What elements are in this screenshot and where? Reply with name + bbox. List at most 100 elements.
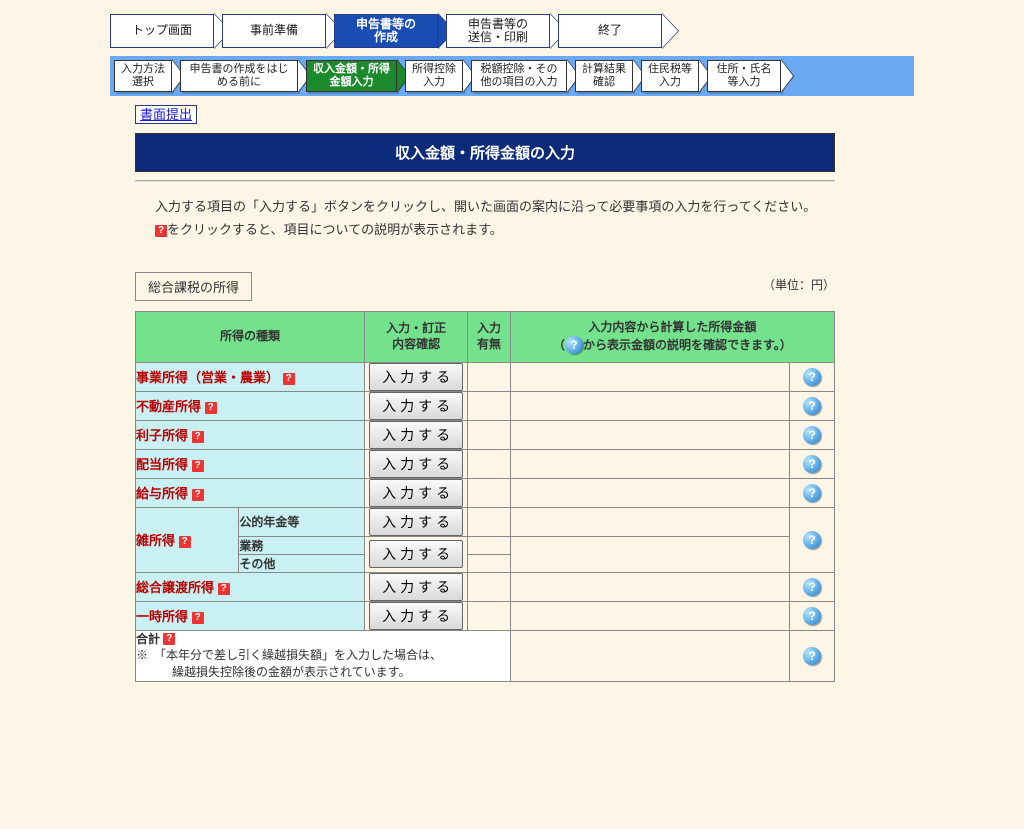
income-name: 総合譲渡所得 ? — [136, 572, 365, 601]
help-icon[interactable]: ? — [803, 426, 821, 444]
help-icon[interactable]: ? — [803, 397, 821, 415]
help-icon-pink[interactable]: ? — [163, 633, 175, 645]
sub-step-0[interactable]: 入力方法 選択 — [114, 60, 172, 92]
sub-step-label: 入力方法 選択 — [114, 60, 172, 92]
main-step-3[interactable]: 申告書等の 送信・印刷 — [446, 14, 550, 48]
help-icon-pink[interactable]: ? — [155, 225, 167, 237]
table-row-total: 合計 ?※ 「本年分で差し引く繰越損失額」を入力した場合は、 繰越損失控除後の金… — [136, 630, 835, 681]
main-step-label: 終了 — [558, 14, 662, 48]
income-name-misc: 雑所得 ? — [136, 507, 239, 572]
intro-line-1: 入力する項目の「入力する」ボタンをクリックし、開いた画面の案内に沿って必要事項の… — [155, 196, 835, 215]
table-row: 給与所得 ?入力する? — [136, 478, 835, 507]
input-button[interactable]: 入力する — [369, 479, 463, 507]
main-step-label: トップ画面 — [110, 14, 214, 48]
sub-step-label: 税額控除・その 他の項目の入力 — [471, 60, 567, 92]
sub-step-6[interactable]: 住民税等 入力 — [641, 60, 699, 92]
calculated-amount — [510, 630, 790, 681]
income-table: 所得の種類 入力・訂正内容確認 入力有無 入力内容から計算した所得金額（?から表… — [135, 311, 835, 682]
main-step-4[interactable]: 終了 — [558, 14, 662, 48]
sub-step-1[interactable]: 申告書の作成をはじ める前に — [180, 60, 298, 92]
help-icon-pink[interactable]: ? — [283, 373, 295, 385]
calculated-amount — [510, 391, 790, 420]
help-icon[interactable]: ? — [565, 336, 583, 354]
income-name: 配当所得 ? — [136, 449, 365, 478]
help-icon-pink[interactable]: ? — [192, 612, 204, 624]
input-button[interactable]: 入力する — [369, 508, 463, 536]
input-button[interactable]: 入力する — [369, 392, 463, 420]
input-presence — [468, 362, 511, 391]
help-icon-pink[interactable]: ? — [179, 536, 191, 548]
main-step-label: 事前準備 — [222, 14, 326, 48]
misc-sub: 公的年金等 — [239, 507, 365, 536]
th-income-type: 所得の種類 — [136, 312, 365, 363]
intro-line-2-text: をクリックすると、項目についての説明が表示されます。 — [167, 222, 503, 237]
th-calculated: 入力内容から計算した所得金額（?から表示金額の説明を確認できます。） — [510, 312, 834, 363]
intro-line-2: ?をクリックすると、項目についての説明が表示されます。 — [155, 219, 835, 238]
sub-step-5[interactable]: 計算結果 確認 — [575, 60, 633, 92]
help-icon-pink[interactable]: ? — [218, 583, 230, 595]
progress-nav-sub-wrap: 入力方法 選択申告書の作成をはじ める前に収入金額・所得 金額入力所得控除 入力… — [110, 56, 914, 96]
input-presence — [468, 420, 511, 449]
table-row: 業務入力する — [136, 536, 835, 554]
input-presence — [468, 554, 511, 572]
input-presence — [468, 507, 511, 536]
input-presence — [468, 536, 511, 554]
th-input-presence: 入力有無 — [468, 312, 511, 363]
progress-nav-main: トップ画面事前準備申告書等の 作成申告書等の 送信・印刷終了 — [0, 0, 1024, 52]
income-name: 一時所得 ? — [136, 601, 365, 630]
main-step-0[interactable]: トップ画面 — [110, 14, 214, 48]
help-icon[interactable]: ? — [803, 607, 821, 625]
help-icon-pink[interactable]: ? — [192, 460, 204, 472]
calculated-amount — [510, 449, 790, 478]
help-icon-pink[interactable]: ? — [192, 489, 204, 501]
misc-sub: その他 — [239, 554, 365, 572]
sub-step-3[interactable]: 所得控除 入力 — [405, 60, 463, 92]
input-button[interactable]: 入力する — [369, 602, 463, 630]
sub-step-label: 計算結果 確認 — [575, 60, 633, 92]
input-presence — [468, 391, 511, 420]
help-icon-pink[interactable]: ? — [192, 431, 204, 443]
input-button[interactable]: 入力する — [369, 363, 463, 391]
help-icon[interactable]: ? — [803, 455, 821, 473]
title-divider — [135, 180, 835, 182]
sub-step-label: 所得控除 入力 — [405, 60, 463, 92]
table-row: 利子所得 ?入力する? — [136, 420, 835, 449]
help-icon[interactable]: ? — [803, 368, 821, 386]
paper-submit-link[interactable]: 書面提出 — [135, 105, 197, 124]
main-step-label: 申告書等の 送信・印刷 — [446, 14, 550, 48]
income-name: 不動産所得 ? — [136, 391, 365, 420]
main-step-label: 申告書等の 作成 — [334, 14, 438, 48]
help-icon[interactable]: ? — [803, 484, 821, 502]
sub-step-4[interactable]: 税額控除・その 他の項目の入力 — [471, 60, 567, 92]
sub-step-2[interactable]: 収入金額・所得 金額入力 — [306, 60, 397, 92]
table-row: 配当所得 ?入力する? — [136, 449, 835, 478]
income-name: 事業所得（営業・農業） ? — [136, 362, 365, 391]
calculated-amount — [510, 601, 790, 630]
sub-step-7[interactable]: 住所・氏名 等入力 — [707, 60, 781, 92]
table-row: 一時所得 ?入力する? — [136, 601, 835, 630]
main-step-2[interactable]: 申告書等の 作成 — [334, 14, 438, 48]
sub-step-label: 住民税等 入力 — [641, 60, 699, 92]
calculated-amount — [510, 507, 790, 536]
help-icon[interactable]: ? — [803, 531, 821, 549]
help-icon-pink[interactable]: ? — [205, 402, 217, 414]
help-icon[interactable]: ? — [803, 578, 821, 596]
th-input-confirm: 入力・訂正内容確認 — [364, 312, 467, 363]
sub-step-label: 申告書の作成をはじ める前に — [180, 60, 298, 92]
input-presence — [468, 478, 511, 507]
unit-label: （単位：円） — [763, 276, 835, 293]
input-presence — [468, 601, 511, 630]
income-name: 利子所得 ? — [136, 420, 365, 449]
input-button[interactable]: 入力する — [369, 450, 463, 478]
sub-step-label: 収入金額・所得 金額入力 — [306, 60, 397, 92]
calculated-amount — [510, 362, 790, 391]
table-row: 総合譲渡所得 ?入力する? — [136, 572, 835, 601]
help-icon[interactable]: ? — [803, 647, 821, 665]
input-button[interactable]: 入力する — [369, 421, 463, 449]
total-label: 合計 ?※ 「本年分で差し引く繰越損失額」を入力した場合は、 繰越損失控除後の金… — [136, 630, 511, 681]
input-button[interactable]: 入力する — [369, 540, 463, 568]
main-step-1[interactable]: 事前準備 — [222, 14, 326, 48]
input-button[interactable]: 入力する — [369, 573, 463, 601]
section-tab-general-tax: 総合課税の所得 — [135, 272, 252, 301]
table-row: 不動産所得 ?入力する? — [136, 391, 835, 420]
